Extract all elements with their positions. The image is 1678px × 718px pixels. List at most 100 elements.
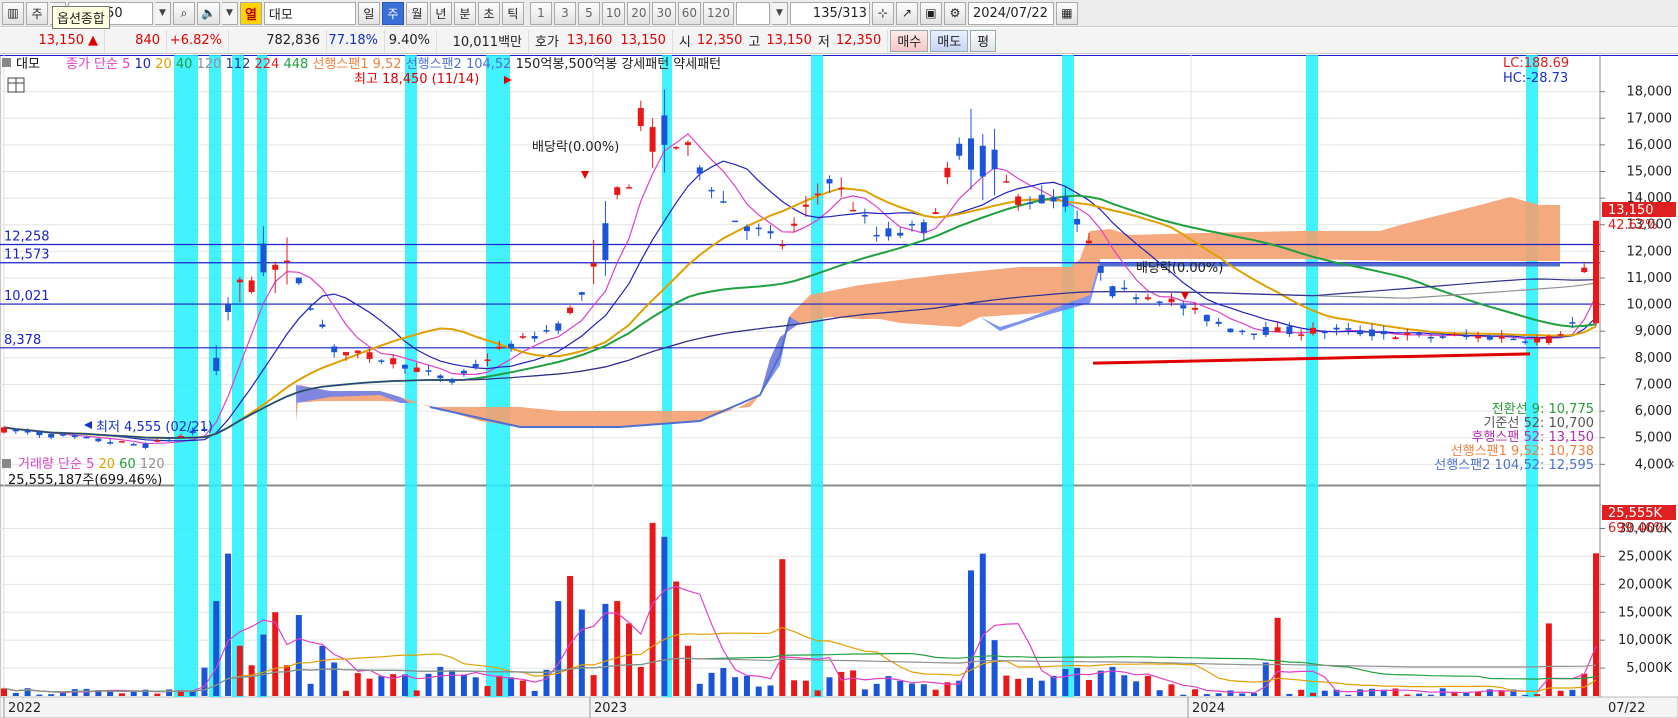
volume-bar: [460, 674, 467, 696]
candle-body: [1062, 196, 1069, 207]
period-tab-4[interactable]: 분: [453, 1, 476, 25]
period-tab-5[interactable]: 초: [477, 1, 500, 25]
candle-body: [284, 260, 291, 263]
low-annotation: 최저 4,555 (02/21): [96, 420, 213, 435]
close-icon[interactable]: x: [1668, 457, 1675, 470]
code-dropdown[interactable]: ▼: [155, 1, 171, 25]
speaker-icon[interactable]: 🔈: [197, 1, 220, 25]
volume-bar: [743, 675, 750, 696]
volume-bar: [189, 690, 196, 696]
y-tick-label: 15,000: [1627, 165, 1673, 180]
candle-body: [1239, 330, 1246, 333]
ma-legend-item: 10: [135, 57, 156, 72]
period-tab-6[interactable]: 틱: [501, 1, 524, 25]
volume-bar: [991, 640, 998, 696]
stock-chart[interactable]: 12,258 11,573 10,021 8,378 4,000 5,000 6,000 7…: [0, 55, 1678, 718]
candle-body: [1475, 335, 1482, 339]
hc-value: HC:-28.73: [1503, 71, 1568, 86]
candle-body: [496, 346, 503, 349]
candle-body: [909, 223, 916, 226]
interval-custom-input[interactable]: [735, 1, 770, 25]
legend-span1: 선행스팬1 9,52: [312, 56, 405, 72]
volume-bar: [1121, 675, 1128, 696]
calendar-icon[interactable]: ▦: [1055, 1, 1078, 25]
candle-body: [272, 264, 279, 270]
signal-highlight-bar: [811, 55, 823, 697]
volume-bar: [1038, 680, 1045, 696]
candle-body: [213, 357, 220, 372]
interval-button-4[interactable]: 20: [627, 1, 651, 25]
volume-bar: [1557, 690, 1564, 696]
candle-body: [519, 336, 526, 338]
candle-body: [390, 358, 397, 365]
interval-button-3[interactable]: 10: [601, 1, 626, 25]
candle-body: [755, 227, 762, 230]
candle-body: [366, 352, 373, 359]
layout-icon[interactable]: ▥: [2, 1, 24, 25]
period-tab-0[interactable]: 일: [357, 1, 380, 25]
volume-tick-label: 25,000K: [1618, 549, 1672, 564]
date-field[interactable]: 2024/07/22: [967, 1, 1054, 25]
gear-icon[interactable]: ⚙: [943, 1, 966, 25]
volume-bar: [166, 689, 173, 696]
candle-body: [260, 243, 267, 273]
interval-button-0[interactable]: 1: [529, 1, 552, 25]
open-price: 12,350: [696, 33, 743, 48]
eval-button[interactable]: 평: [970, 29, 997, 52]
interval-button-2[interactable]: 5: [577, 1, 600, 25]
period-tab-1[interactable]: 주: [381, 1, 404, 25]
volume-tick-label: 20,000K: [1618, 577, 1672, 592]
period-tab-3[interactable]: 년: [429, 1, 452, 25]
volume-bar: [543, 669, 550, 696]
count-field[interactable]: 135 /313: [789, 1, 870, 25]
candle-body: [1557, 334, 1564, 336]
candle-body: [1498, 335, 1505, 339]
period-tab-2[interactable]: 월: [405, 1, 428, 25]
panel-square-icon[interactable]: [2, 58, 11, 67]
open-label: 시: [678, 35, 691, 50]
y-tick-label: 5,000: [1635, 431, 1672, 446]
volume-bar: [295, 615, 302, 696]
market-badge: 열: [239, 1, 262, 25]
volume-bar: [1050, 675, 1057, 696]
interval-button-1[interactable]: 3: [553, 1, 576, 25]
interval-button-7[interactable]: 120: [703, 1, 734, 25]
volume-square-icon[interactable]: [2, 459, 11, 468]
symbol-name-field[interactable]: 대모: [263, 1, 356, 25]
volume-bar: [284, 665, 291, 696]
candle-body: [850, 209, 857, 212]
volume-bar: [378, 676, 385, 696]
volume-bar: [1569, 689, 1576, 696]
sell-button[interactable]: 매도: [930, 29, 969, 52]
trend-icon[interactable]: ↗: [895, 1, 918, 25]
candle-body: [1427, 336, 1434, 339]
volume-tick-label: 15,000K: [1618, 605, 1672, 620]
candle-body: [767, 231, 774, 234]
crosshair-icon[interactable]: ⊹: [871, 1, 894, 25]
ma-legend-item: 20: [155, 57, 176, 72]
volume-bar: [696, 683, 703, 696]
interval-dropdown[interactable]: ▼: [771, 1, 788, 25]
volume-bar: [814, 690, 821, 696]
y-tick-label: 6,000: [1635, 404, 1672, 419]
price-tab[interactable]: 대모: [16, 57, 40, 72]
volume-bar: [755, 686, 762, 696]
interval-button-5[interactable]: 30: [652, 1, 676, 25]
candle-body: [354, 350, 361, 353]
volume-ma-legend-item: 20: [98, 457, 119, 472]
candle-body: [956, 143, 963, 156]
candle-body: [484, 359, 491, 361]
x-tick-label: 2023: [594, 701, 627, 716]
volume-bar: [791, 680, 798, 696]
save-icon[interactable]: ▣: [919, 1, 942, 25]
mode-button[interactable]: 주: [26, 1, 48, 25]
candle-body: [1345, 328, 1352, 330]
volume-bar: [1180, 694, 1187, 696]
speaker-dropdown[interactable]: ▼: [221, 1, 238, 25]
search-icon[interactable]: ⌕: [173, 1, 195, 25]
volume-bar: [555, 601, 562, 696]
buy-button[interactable]: 매수: [890, 29, 929, 52]
volume-bar: [272, 612, 279, 696]
interval-button-6[interactable]: 60: [677, 1, 702, 25]
current-price: 13,150 ▲: [0, 29, 105, 52]
